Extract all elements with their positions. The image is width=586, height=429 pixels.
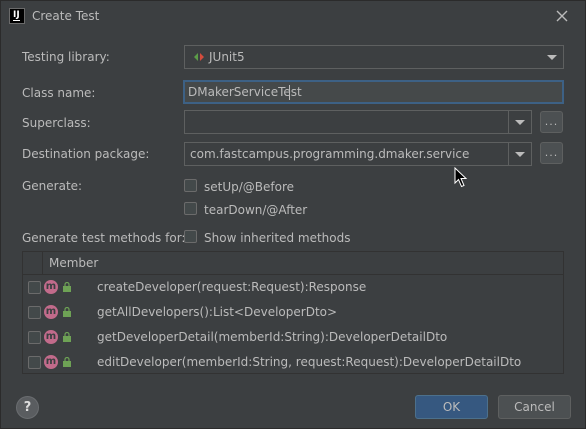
- member-row[interactable]: m createDeveloper(request:Request):Respo…: [23, 275, 563, 300]
- close-icon[interactable]: [553, 7, 571, 25]
- destination-package-value: com.fastcampus.programming.dmaker.servic…: [190, 147, 470, 161]
- method-icon: m: [44, 280, 58, 294]
- help-button[interactable]: ?: [16, 396, 39, 419]
- destination-package-combo[interactable]: com.fastcampus.programming.dmaker.servic…: [184, 142, 532, 166]
- dialog-title: Create Test: [32, 9, 100, 23]
- member-table-header: Member: [23, 252, 563, 275]
- chevron-down-icon[interactable]: [508, 111, 531, 133]
- method-icon: m: [44, 355, 58, 369]
- member-row[interactable]: m getDeveloperDetail(memberId:String):De…: [23, 325, 563, 350]
- teardown-label[interactable]: tearDown/@After: [204, 203, 307, 217]
- method-icon: m: [44, 305, 58, 319]
- destination-package-label: Destination package:: [22, 147, 150, 161]
- test-methods-label: Generate test methods for:: [22, 231, 186, 245]
- member-checkbox[interactable]: [28, 356, 41, 369]
- junit-icon: [194, 53, 204, 61]
- lock-icon: [63, 332, 71, 342]
- class-name-input[interactable]: [188, 83, 548, 101]
- member-checkbox[interactable]: [28, 331, 41, 344]
- class-name-label: Class name:: [22, 86, 96, 100]
- setup-label[interactable]: setUp/@Before: [204, 180, 294, 194]
- chevron-down-icon[interactable]: [508, 143, 531, 165]
- member-column-header[interactable]: Member: [49, 256, 98, 270]
- destination-browse-button[interactable]: ...: [540, 142, 563, 164]
- superclass-label: Superclass:: [22, 116, 91, 130]
- testing-library-value: JUnit5: [209, 50, 245, 64]
- class-name-field[interactable]: [183, 80, 564, 104]
- teardown-checkbox[interactable]: [184, 202, 197, 215]
- title-bar: IJ Create Test: [1, 1, 585, 33]
- superclass-browse-button[interactable]: ...: [540, 111, 563, 133]
- create-test-dialog: IJ Create Test Testing library: JUnit5 C…: [0, 0, 586, 429]
- member-signature: editDeveloper(memberId:String, request:R…: [97, 355, 522, 369]
- ok-button[interactable]: OK: [415, 395, 488, 419]
- method-icon: m: [44, 330, 58, 344]
- generate-label: Generate:: [22, 179, 83, 193]
- member-checkbox[interactable]: [28, 306, 41, 319]
- cancel-button[interactable]: Cancel: [498, 395, 571, 419]
- member-checkbox[interactable]: [28, 281, 41, 294]
- text-caret: [289, 85, 290, 100]
- member-row[interactable]: m getAllDevelopers():List<DeveloperDto>: [23, 300, 563, 325]
- show-inherited-checkbox[interactable]: [184, 230, 197, 243]
- superclass-combo[interactable]: [184, 110, 532, 134]
- chevron-down-icon[interactable]: [541, 46, 563, 68]
- member-signature: createDeveloper(request:Request):Respons…: [97, 280, 367, 294]
- lock-icon: [63, 357, 71, 367]
- lock-icon: [63, 282, 71, 292]
- mouse-cursor-icon: [454, 167, 468, 188]
- show-inherited-label[interactable]: Show inherited methods: [204, 231, 351, 245]
- testing-library-label: Testing library:: [22, 50, 110, 64]
- lock-icon: [63, 307, 71, 317]
- member-signature: getAllDevelopers():List<DeveloperDto>: [97, 305, 338, 319]
- member-table: Member m createDeveloper(request:Request…: [22, 251, 564, 374]
- setup-checkbox[interactable]: [184, 179, 197, 192]
- intellij-icon: IJ: [9, 8, 25, 24]
- testing-library-dropdown[interactable]: JUnit5: [184, 45, 564, 69]
- member-row[interactable]: m editDeveloper(memberId:String, request…: [23, 350, 563, 375]
- member-signature: getDeveloperDetail(memberId:String):Deve…: [97, 330, 448, 344]
